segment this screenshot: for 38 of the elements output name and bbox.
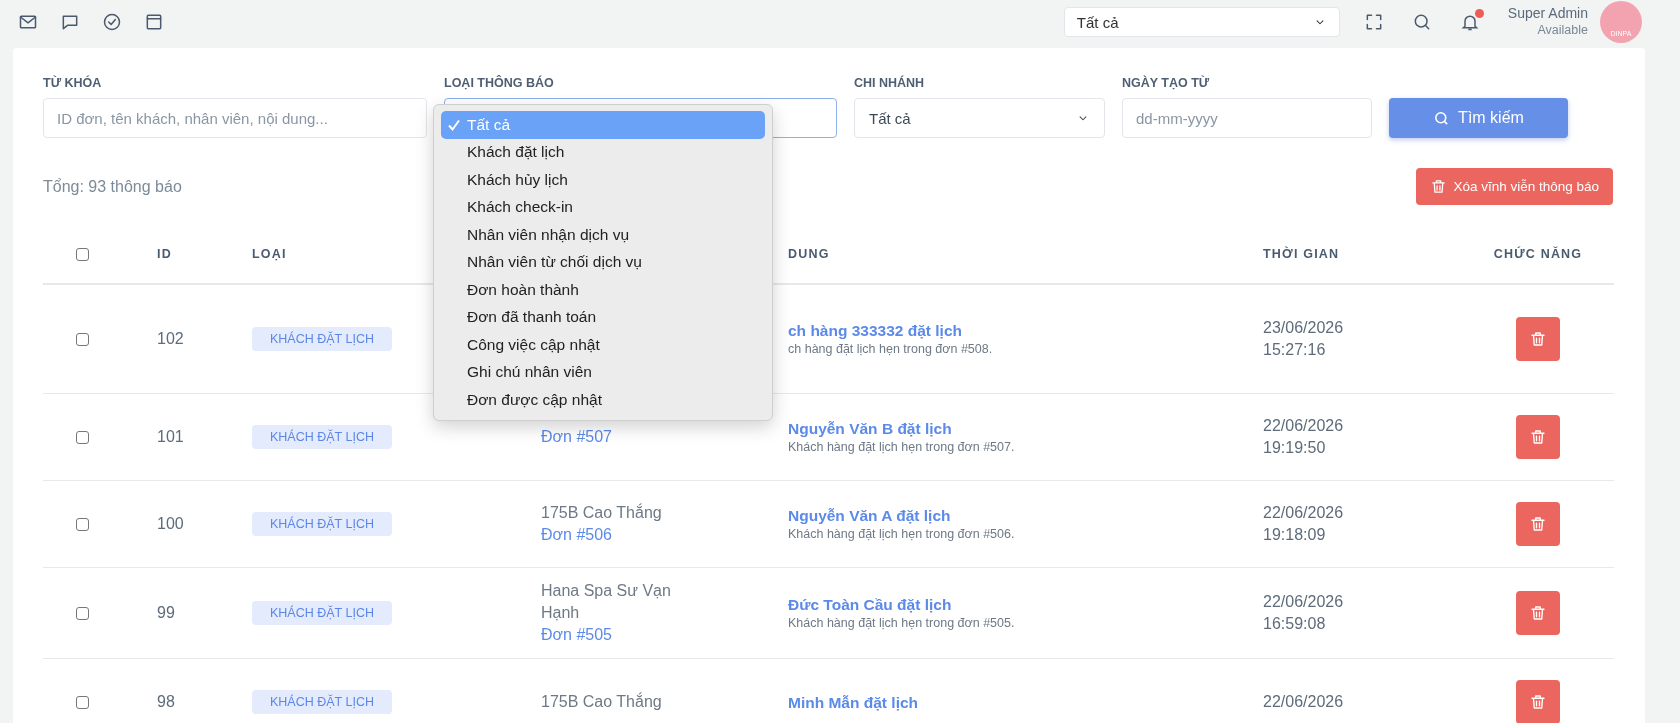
notification-description: Khách hàng đặt lịch hẹn trong đơn #507.	[788, 439, 1015, 456]
branch-text: 175B Cao Thắng	[541, 691, 662, 712]
time-text: 19:18:09	[1263, 525, 1326, 545]
column-header: ID	[157, 247, 172, 261]
time-text: 16:59:08	[1263, 614, 1326, 634]
date-text: 22/06/2026	[1263, 692, 1344, 712]
id-cell: 99	[157, 604, 175, 622]
user-name: Super Admin	[1507, 5, 1588, 22]
date-text: 22/06/2026	[1263, 503, 1344, 523]
time-text: 15:27:16	[1263, 340, 1326, 360]
id-cell: 100	[157, 515, 184, 533]
field-label: CHI NHÁNH	[854, 76, 925, 90]
branch-text: Hana Spa Sư Vạn Hạnh	[541, 581, 672, 623]
id-cell: 101	[157, 428, 184, 446]
branch-text: 175B Cao Thắng	[541, 502, 662, 523]
type-tag: KHÁCH ĐẶT LỊCH	[252, 512, 392, 536]
date-text: 23/06/2026	[1263, 318, 1344, 338]
id-cell: 98	[157, 693, 175, 711]
time-text: 19:19:50	[1263, 438, 1326, 458]
column-header: THỜI GIAN	[1263, 247, 1340, 261]
column-header: LOẠI	[252, 247, 287, 261]
type-tag: KHÁCH ĐẶT LỊCH	[252, 601, 392, 625]
field-label: LOẠI THÔNG BÁO	[444, 76, 554, 90]
date-text: 22/06/2026	[1263, 592, 1344, 612]
notification-description: Khách hàng đặt lịch hẹn trong đơn #505.	[788, 615, 1015, 632]
user-status: Available	[1537, 22, 1588, 39]
column-header: DUNG	[788, 247, 830, 261]
type-tag: KHÁCH ĐẶT LỊCH	[252, 690, 392, 714]
notification-description: ch hàng đặt lịch hẹn trong đơn #508.	[788, 341, 993, 358]
field-label: NGÀY TẠO TỪ	[1122, 76, 1210, 90]
type-tag: KHÁCH ĐẶT LỊCH	[252, 425, 392, 449]
field-label: TỪ KHÓA	[43, 76, 102, 90]
notification-description: Khách hàng đặt lịch hẹn trong đơn #506.	[788, 526, 1015, 543]
date-text: 22/06/2026	[1263, 416, 1344, 436]
total-count: Tổng: 93 thông báo	[43, 177, 182, 196]
column-header: CHỨC NĂNG	[1493, 247, 1583, 261]
type-tag: KHÁCH ĐẶT LỊCH	[252, 327, 392, 351]
id-cell: 102	[157, 330, 184, 348]
